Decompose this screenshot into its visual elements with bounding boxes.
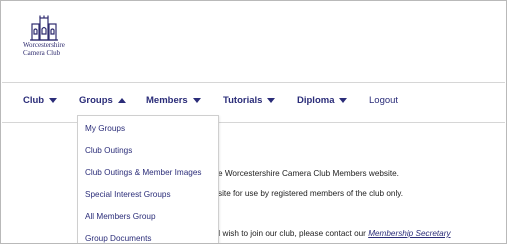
logo-text-line2: Camera Club — [23, 49, 61, 57]
nav-item-diploma[interactable]: Diploma — [297, 95, 348, 106]
groups-dropdown-menu: My Groups Club Outings Club Outings & Me… — [77, 115, 219, 243]
menu-item-club-outings[interactable]: Club Outings — [85, 146, 132, 155]
nav-item-members[interactable]: Members — [146, 95, 201, 106]
menu-item-special-interest-groups[interactable]: Special Interest Groups — [85, 190, 171, 199]
welcome-text-line3: I wish to join our club, please contact … — [218, 229, 451, 238]
welcome-text-line1: e Worcestershire Camera Club Members web… — [218, 169, 399, 178]
menu-item-club-outings-member-images[interactable]: Club Outings & Member Images — [85, 168, 202, 177]
menu-item-my-groups[interactable]: My Groups — [85, 124, 125, 133]
join-text: I wish to join our club, please contact … — [218, 229, 369, 238]
chevron-down-icon — [267, 98, 276, 103]
welcome-text-line2: site for use by registered members of th… — [218, 189, 404, 198]
club-logo[interactable]: Worcestershire Camera Club — [23, 15, 93, 57]
menu-item-all-members-group[interactable]: All Members Group — [85, 212, 156, 221]
nav-item-club[interactable]: Club — [23, 95, 58, 106]
chevron-down-icon — [339, 98, 348, 103]
logo-text-line1: Worcestershire — [23, 41, 65, 49]
nav-item-label: Groups — [79, 95, 113, 106]
logout-link[interactable]: Logout — [369, 95, 398, 106]
nav-item-label: Diploma — [297, 95, 335, 106]
main-nav: Club Groups Members Tutorials Diploma Lo… — [1, 95, 506, 109]
chevron-down-icon — [192, 98, 201, 103]
nav-item-tutorials[interactable]: Tutorials — [223, 95, 276, 106]
cathedral-logo-icon — [30, 15, 58, 41]
page-frame: Worcestershire Camera Club Club Groups M… — [0, 0, 507, 244]
nav-item-label: Members — [146, 95, 188, 106]
nav-item-label: Tutorials — [223, 95, 263, 106]
header-divider — [2, 82, 505, 83]
chevron-down-icon — [49, 98, 58, 103]
nav-item-label: Club — [23, 95, 45, 106]
menu-item-group-documents[interactable]: Group Documents — [85, 234, 151, 243]
chevron-up-icon — [117, 98, 126, 103]
membership-secretary-link[interactable]: Membership Secretary — [368, 229, 450, 238]
nav-item-groups[interactable]: Groups — [79, 95, 126, 106]
